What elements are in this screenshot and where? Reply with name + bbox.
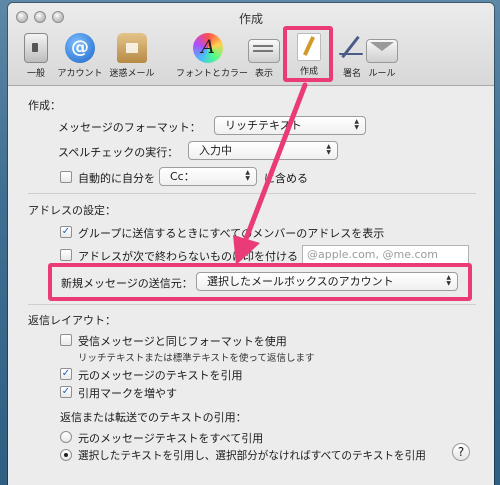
viewing-icon (248, 39, 280, 63)
group-checkbox[interactable]: ✓ (60, 226, 72, 238)
spell-label: スペルチェックの実行： (58, 146, 179, 159)
quote-text-label: 元のメッセージのテキストを引用 (78, 369, 243, 382)
divider (28, 193, 476, 194)
at-sign-icon: @ (65, 33, 95, 63)
include-selected-radio[interactable] (60, 449, 72, 461)
window-title: 作成 (238, 12, 263, 26)
toolbar-label-junk: 迷惑メール (109, 69, 155, 79)
toolbar-label-rules: ルール (368, 69, 396, 79)
auto-self-value: Cc： (170, 170, 195, 183)
auto-self-popup[interactable]: Cc： ▲ ▼ (159, 167, 257, 186)
help-button[interactable]: ? (452, 443, 470, 461)
toolbar-label-fonts: フォントとカラー (176, 69, 249, 79)
spell-popup[interactable]: 入力中 ▲ ▼ (188, 141, 338, 160)
format-value: リッチテキスト (225, 119, 302, 132)
increase-quote-label: 引用マークを増やす (78, 387, 177, 400)
auto-self-post-label: に含める (264, 172, 308, 185)
auto-self-checkbox[interactable] (60, 171, 72, 183)
composing-pane: 作成： メッセージのフォーマット： リッチテキスト ▲ ▼ スペルチェックの実行：… (8, 86, 494, 485)
same-format-note: リッチテキストまたは標準テキストを使って返信します (78, 353, 315, 364)
reply-heading: 返信レイアウト： (28, 314, 116, 327)
titlebar: 作成 一般 @ アカウント 迷惑メール A フォントとカラー 表示 作成 署名 … (8, 3, 494, 86)
include-all-label: 元のメッセージテキストをすべて引用 (78, 432, 264, 445)
junk-mail-bag-icon (117, 33, 147, 63)
spell-value: 入力中 (199, 144, 232, 157)
quote-text-checkbox[interactable]: ✓ (60, 368, 72, 380)
increase-quote-checkbox[interactable]: ✓ (60, 386, 72, 398)
format-label: メッセージのフォーマット： (58, 121, 201, 134)
preferences-window: 作成 一般 @ アカウント 迷惑メール A フォントとカラー 表示 作成 署名 … (8, 3, 494, 485)
annotation-highlight-composing (283, 26, 333, 82)
group-label: グループに送信するときにすべてのメンバーのアドレスを表示 (78, 227, 385, 240)
toolbar-item-fonts[interactable]: A フォントとカラー (176, 33, 249, 79)
format-popup[interactable]: リッチテキスト ▲ ▼ (214, 116, 366, 135)
popup-arrows-icon: ▲ ▼ (354, 118, 359, 131)
popup-arrows-icon: ▲ ▼ (245, 169, 250, 182)
include-selected-label: 選択したテキストを引用し、選択部分がなければすべてのテキストを引用 (78, 450, 426, 462)
toolbar-item-junk[interactable]: 迷惑メール (106, 33, 158, 79)
quoting-heading: 返信または転送でのテキストの引用： (60, 411, 247, 424)
mark-domains-field[interactable]: @apple.com, @me.com (302, 245, 469, 264)
auto-self-pre-label: 自動的に自分を (78, 172, 155, 185)
toolbar-item-accounts[interactable]: @ アカウント (54, 33, 106, 79)
mark-checkbox[interactable] (60, 249, 72, 261)
rules-envelope-icon (366, 39, 398, 63)
compose-heading: 作成： (28, 99, 61, 112)
same-format-label: 受信メッセージと同じフォーマットを使用 (78, 335, 287, 348)
address-heading: アドレスの設定： (28, 204, 116, 217)
popup-arrows-icon: ▲ ▼ (326, 143, 331, 156)
divider (28, 304, 476, 305)
toolbar-item-rules[interactable]: ルール (356, 33, 408, 79)
fonts-colors-icon: A (193, 33, 223, 63)
general-switch-icon (24, 33, 48, 63)
toolbar-label-accounts: アカウント (57, 69, 103, 79)
include-all-radio[interactable] (60, 431, 72, 443)
mark-label: アドレスが次で終わらないものに印を付ける (78, 250, 298, 263)
annotation-highlight-send-from (48, 263, 472, 301)
same-format-checkbox[interactable] (60, 334, 72, 346)
